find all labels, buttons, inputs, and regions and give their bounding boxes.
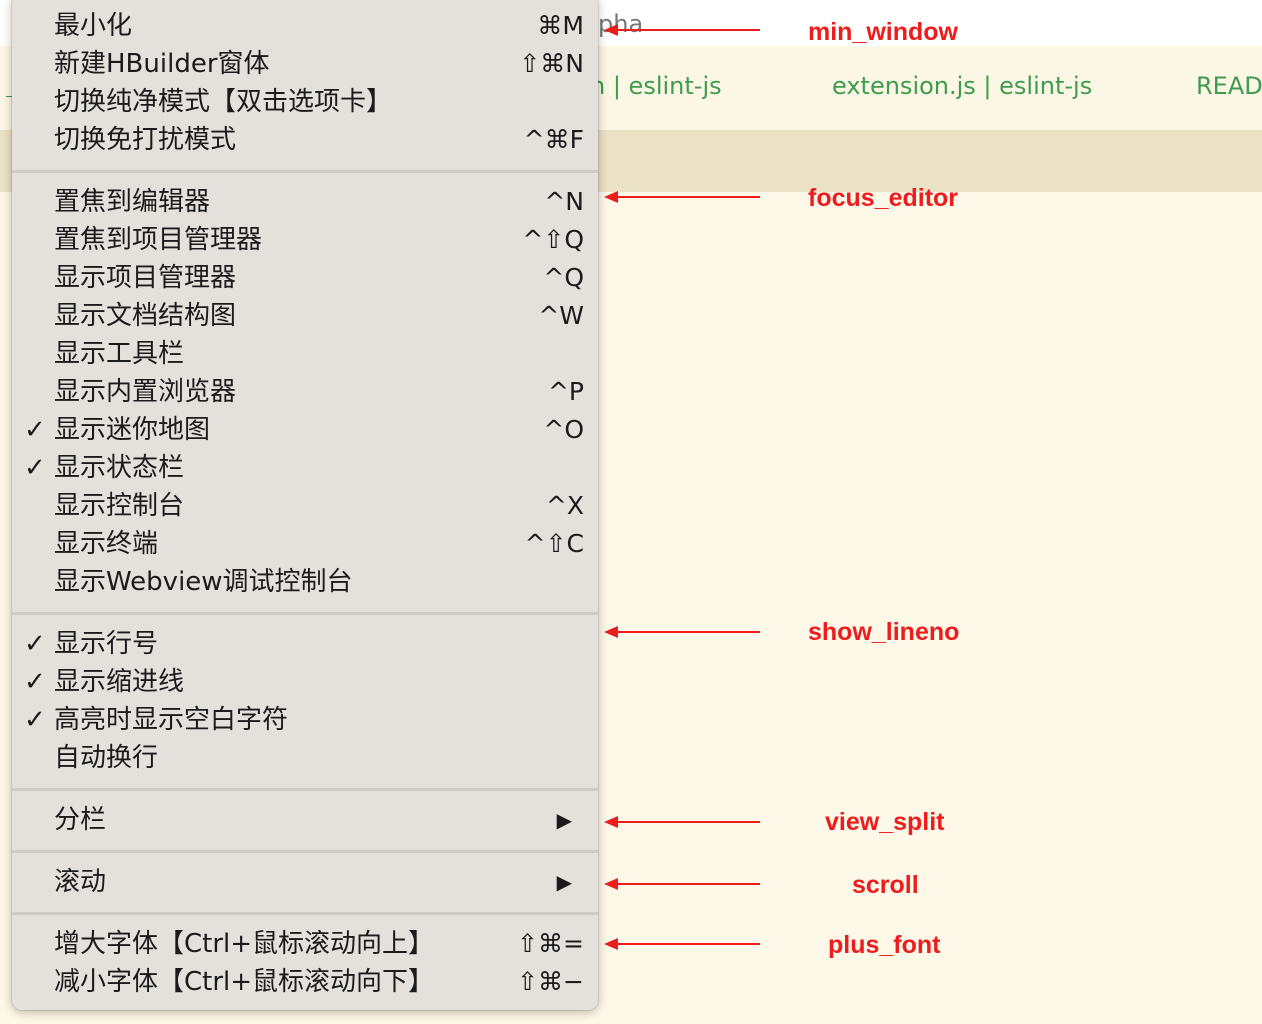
menu-item-label: 显示文档结构图 <box>54 301 237 331</box>
view-menu: 最小化 ⌘M 新建HBuilder窗体 ⇧⌘N 切换纯净模式【双击选项卡】 切换… <box>12 0 598 1010</box>
menu-item-show-terminal[interactable]: 显示终端 ^⇧C <box>12 526 598 562</box>
menu-item-shortcut: ^W <box>538 301 584 330</box>
menu-item-label: 置焦到编辑器 <box>54 187 211 217</box>
menu-item-new-window[interactable]: 新建HBuilder窗体 ⇧⌘N <box>12 46 598 82</box>
menu-item-label: 显示行号 <box>54 629 159 659</box>
menu-item-show-indent-guides[interactable]: ✓ 显示缩进线 <box>12 664 598 700</box>
menu-item-label: 滚动 <box>54 867 107 897</box>
menu-item-label: 显示工具栏 <box>54 339 185 369</box>
checkmark-icon: ✓ <box>24 415 46 445</box>
menu-item-show-webview-console[interactable]: 显示Webview调试控制台 <box>12 564 598 600</box>
menu-separator <box>12 850 598 853</box>
annotation-arrow-icon <box>604 626 760 638</box>
menu-item-show-builtin-browser[interactable]: 显示内置浏览器 ^P <box>12 374 598 410</box>
annotation-label-plus-font: plus_font <box>828 931 941 959</box>
menu-item-word-wrap[interactable]: 自动换行 <box>12 740 598 776</box>
annotation-label-view-split: view_split <box>825 808 945 836</box>
menu-item-label: 自动换行 <box>54 743 159 773</box>
menu-item-label: 显示终端 <box>54 529 159 559</box>
menu-item-focus-project-manager[interactable]: 置焦到项目管理器 ^⇧Q <box>12 222 598 258</box>
editor-tab-extension-js[interactable]: extension.js | eslint-js <box>832 72 1092 100</box>
menu-item-label: 显示Webview调试控制台 <box>54 567 353 597</box>
annotation-arrow-icon <box>604 191 760 203</box>
checkmark-icon: ✓ <box>24 667 46 697</box>
menu-item-label: 置焦到项目管理器 <box>54 225 263 255</box>
menu-separator <box>12 912 598 915</box>
menu-item-show-line-numbers[interactable]: ✓ 显示行号 <box>12 626 598 662</box>
menu-item-shortcut: ^Q <box>543 263 584 292</box>
menu-item-shortcut: ^P <box>547 377 584 406</box>
menu-item-shortcut: ^⇧Q <box>522 225 584 254</box>
menu-separator <box>12 612 598 615</box>
menu-item-label: 显示状态栏 <box>54 453 185 483</box>
checkmark-icon: ✓ <box>24 453 46 483</box>
annotation-label-show-lineno: show_lineno <box>808 618 960 646</box>
annotation-label-scroll: scroll <box>852 871 919 899</box>
menu-item-toggle-do-not-disturb[interactable]: 切换免打扰模式 ^⌘F <box>12 122 598 158</box>
menu-item-toggle-clean-mode[interactable]: 切换纯净模式【双击选项卡】 <box>12 84 598 120</box>
annotation-label-focus-editor: focus_editor <box>808 184 959 212</box>
menu-item-minimize[interactable]: 最小化 ⌘M <box>12 8 598 44</box>
menu-item-scroll[interactable]: 滚动 ▶ <box>12 864 598 900</box>
menu-item-label: 显示控制台 <box>54 491 185 521</box>
menu-item-label: 高亮时显示空白字符 <box>54 705 289 735</box>
menu-item-label: 切换免打扰模式 <box>54 125 237 155</box>
checkmark-icon: ✓ <box>24 629 46 659</box>
menu-item-show-toolbar[interactable]: 显示工具栏 <box>12 336 598 372</box>
menu-item-label: 最小化 <box>54 11 133 41</box>
menu-item-shortcut: ⇧⌘− <box>517 967 584 996</box>
menu-item-show-statusbar[interactable]: ✓ 显示状态栏 <box>12 450 598 486</box>
annotation-arrow-icon <box>604 24 760 36</box>
menu-item-shortcut: ⇧⌘= <box>517 929 584 958</box>
menu-item-label: 分栏 <box>54 805 107 835</box>
menu-item-shortcut: ^X <box>545 491 584 520</box>
menu-item-label: 显示内置浏览器 <box>54 377 237 407</box>
annotation-arrow-icon <box>604 938 760 950</box>
menu-item-shortcut: ^O <box>543 415 584 444</box>
menu-separator <box>12 788 598 791</box>
menu-item-label: 新建HBuilder窗体 <box>54 49 270 79</box>
menu-item-show-minimap[interactable]: ✓ 显示迷你地图 ^O <box>12 412 598 448</box>
menu-item-label: 显示迷你地图 <box>54 415 211 445</box>
menu-item-shortcut: ⇧⌘N <box>519 49 584 78</box>
menu-item-label: 增大字体【Ctrl+鼠标滚动向上】 <box>54 929 435 959</box>
menu-item-shortcut: ^N <box>544 187 584 216</box>
menu-item-shortcut: ^⌘F <box>523 125 584 154</box>
menu-item-label: 显示缩进线 <box>54 667 185 697</box>
annotation-label-min-window: min_window <box>808 18 958 46</box>
menu-item-label: 减小字体【Ctrl+鼠标滚动向下】 <box>54 967 435 997</box>
menu-item-show-outline[interactable]: 显示文档结构图 ^W <box>12 298 598 334</box>
annotation-arrow-icon <box>604 878 760 890</box>
annotation-arrow-icon <box>604 816 760 828</box>
menu-item-shortcut: ⌘M <box>537 11 584 40</box>
menu-item-increase-font[interactable]: 增大字体【Ctrl+鼠标滚动向上】 ⇧⌘= <box>12 926 598 962</box>
submenu-arrow-icon: ▶ <box>556 808 572 832</box>
menu-separator <box>12 170 598 173</box>
menu-item-show-console[interactable]: 显示控制台 ^X <box>12 488 598 524</box>
menu-item-label: 切换纯净模式【双击选项卡】 <box>54 87 393 117</box>
menu-item-decrease-font[interactable]: 减小字体【Ctrl+鼠标滚动向下】 ⇧⌘− <box>12 964 598 1000</box>
menu-item-shortcut: ^⇧C <box>524 529 584 558</box>
editor-tab-readme[interactable]: READ <box>1196 72 1262 100</box>
menu-item-show-whitespace[interactable]: ✓ 高亮时显示空白字符 <box>12 702 598 738</box>
menu-item-show-project-manager[interactable]: 显示项目管理器 ^Q <box>12 260 598 296</box>
checkmark-icon: ✓ <box>24 705 46 735</box>
editor-tab-eslint[interactable]: n | eslint-js <box>590 72 760 100</box>
menu-item-focus-editor[interactable]: 置焦到编辑器 ^N <box>12 184 598 220</box>
menu-item-label: 显示项目管理器 <box>54 263 237 293</box>
submenu-arrow-icon: ▶ <box>556 870 572 894</box>
menu-item-split-view[interactable]: 分栏 ▶ <box>12 802 598 838</box>
